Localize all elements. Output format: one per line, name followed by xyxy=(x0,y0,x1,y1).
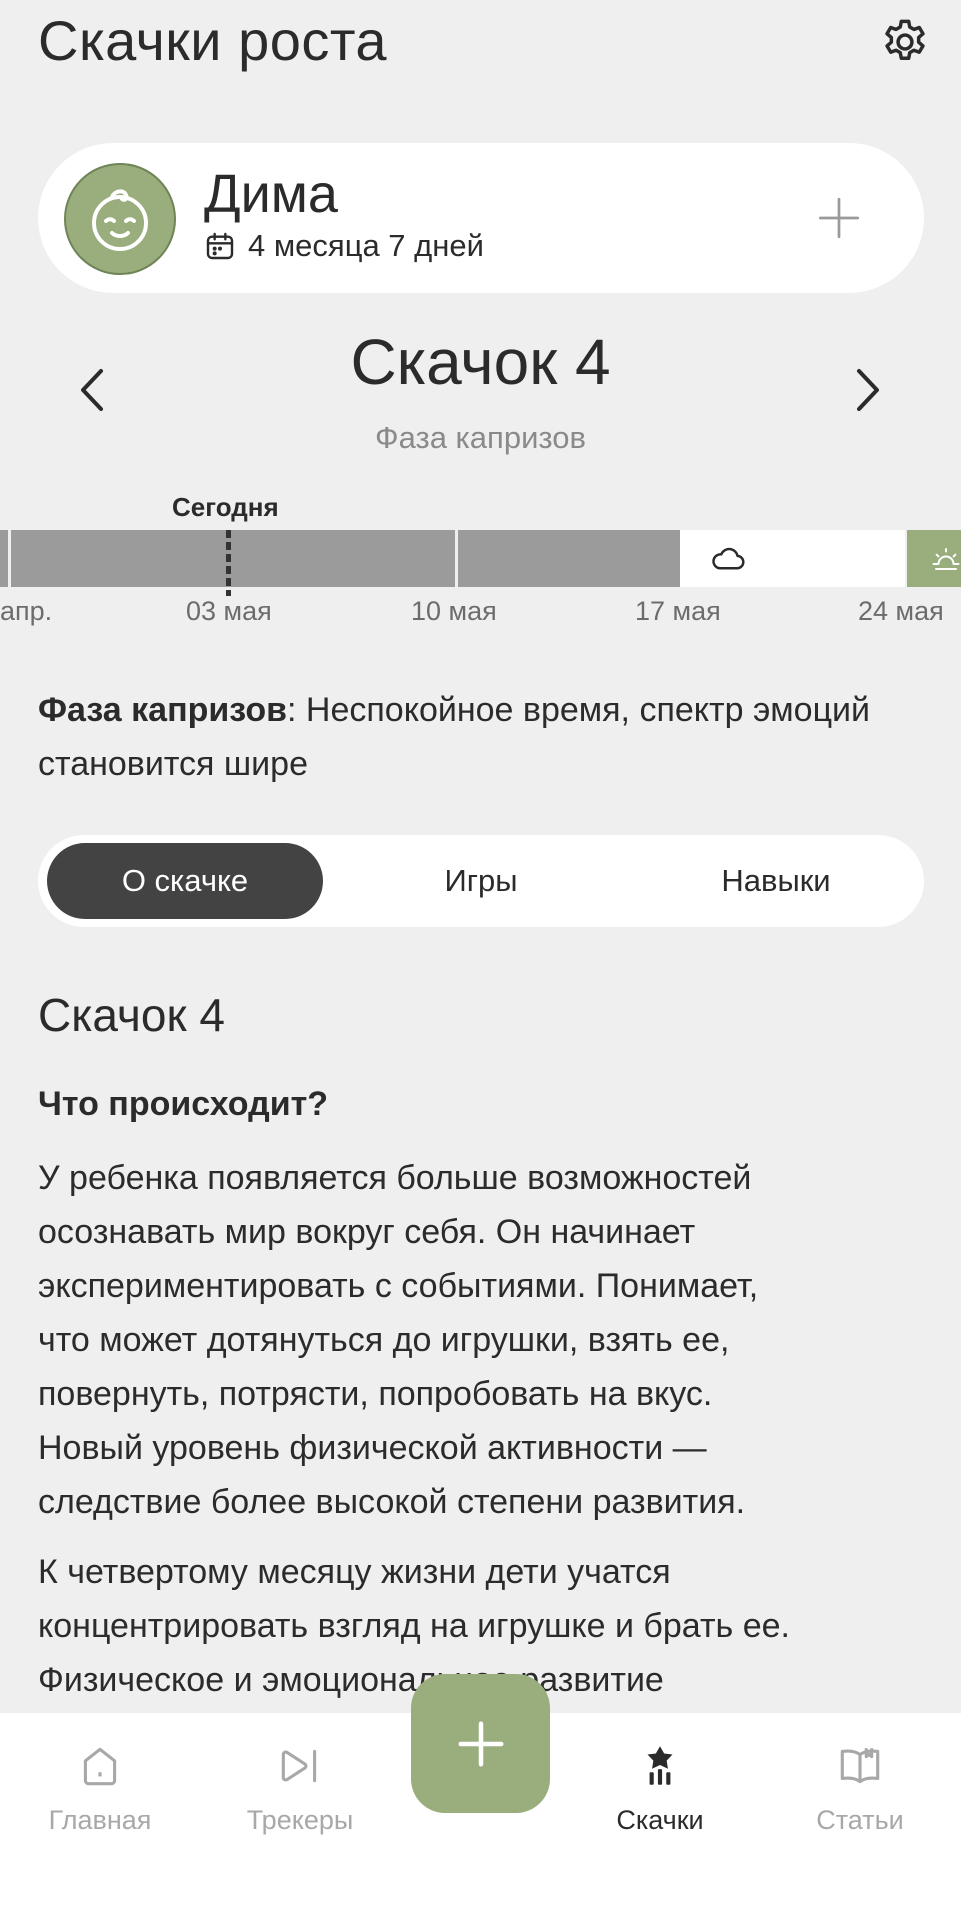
content-paragraph: У ребенка появляется больше возможностей… xyxy=(38,1151,928,1529)
nav-label: Главная xyxy=(48,1805,152,1835)
paragraph-line: У ребенка появляется больше возможностей xyxy=(38,1159,752,1197)
timeline-tick: 24 мая xyxy=(858,596,944,626)
paragraph-line: Новый уровень физической активности — xyxy=(38,1429,707,1467)
add-child-button[interactable] xyxy=(804,183,874,253)
book-icon xyxy=(840,1748,880,1784)
leap-phase: Фаза капризов xyxy=(375,420,586,455)
paragraph-line: К четвертому месяцу жизни дети учатся xyxy=(38,1553,671,1591)
phase-term: Фаза капризов xyxy=(38,691,288,729)
timeline-tick: апр. xyxy=(0,596,53,626)
avatar xyxy=(64,163,176,275)
paragraph-line: следствие более высокой степени развития… xyxy=(38,1483,746,1521)
tab-skills[interactable]: Навыки xyxy=(638,843,914,919)
paragraph-line: экспериментировать с событиями. Понимает… xyxy=(38,1267,759,1305)
nav-label: Трекеры xyxy=(246,1805,354,1835)
nav-item-trackers[interactable]: Трекеры xyxy=(220,1741,380,1836)
nav-item-home[interactable]: Главная xyxy=(20,1741,180,1836)
calendar-icon xyxy=(206,232,234,260)
add-entry-button[interactable] xyxy=(411,1674,550,1813)
baby-face-icon xyxy=(92,189,148,251)
plus-icon xyxy=(818,197,860,239)
timeline-tick: 17 мая xyxy=(635,596,721,626)
phase-description: Фаза капризов: Неспокойное время, спектр… xyxy=(38,683,918,791)
paragraph-line: что может дотянуться до игрушки, взять е… xyxy=(38,1321,730,1359)
sun-icon xyxy=(932,547,960,570)
nav-item-articles[interactable]: Статьи xyxy=(780,1741,940,1836)
timeline-divider xyxy=(455,530,458,587)
timeline-tick: 03 мая xyxy=(186,596,272,626)
timeline-divider xyxy=(8,530,11,587)
child-age: 4 месяца 7 дней xyxy=(248,228,484,263)
paragraph-line: осознавать мир вокруг себя. Он начинает xyxy=(38,1213,696,1251)
plus-icon xyxy=(458,1721,503,1766)
paragraph-line: концентрировать взгляд на игрушке и брат… xyxy=(38,1607,790,1645)
timeline-stormy-segment xyxy=(680,530,905,587)
chevron-right-icon xyxy=(857,369,879,411)
timeline-fussy-segment xyxy=(0,530,680,587)
child-age-row: 4 месяца 7 дней xyxy=(204,228,484,264)
play-skip-icon xyxy=(281,1749,317,1783)
leap-tabs: О скачке Игры Навыки xyxy=(38,835,924,927)
child-profile-card[interactable]: Дима 4 месяца 7 дней xyxy=(38,143,924,293)
gear-icon xyxy=(885,19,925,60)
content-title: Скачок 4 xyxy=(38,989,225,1041)
nav-label: Скачки xyxy=(616,1805,704,1835)
nav-label: Статьи xyxy=(816,1805,904,1835)
leap-chart-icon xyxy=(647,1746,673,1785)
tab-games[interactable]: Игры xyxy=(368,843,594,919)
next-leap-button[interactable] xyxy=(838,360,898,420)
tab-about-leap[interactable]: О скачке xyxy=(47,843,323,919)
paragraph-line: повернуть, потрясти, попробовать на вкус… xyxy=(38,1375,713,1413)
leap-timeline[interactable] xyxy=(0,530,961,596)
settings-button[interactable] xyxy=(875,12,935,72)
leap-title: Скачок 4 xyxy=(350,326,611,398)
nav-item-leaps[interactable]: Скачки xyxy=(580,1741,740,1836)
today-label: Сегодня xyxy=(172,492,279,522)
timeline-sunny-segment xyxy=(907,530,961,587)
home-icon xyxy=(83,1747,117,1786)
timeline-tick: 10 мая xyxy=(411,596,497,626)
content-question: Что происходит? xyxy=(38,1085,329,1123)
page-title: Скачки роста xyxy=(38,9,388,72)
child-name: Дима xyxy=(204,164,338,224)
cloud-icon xyxy=(712,547,745,570)
today-marker xyxy=(226,530,231,596)
